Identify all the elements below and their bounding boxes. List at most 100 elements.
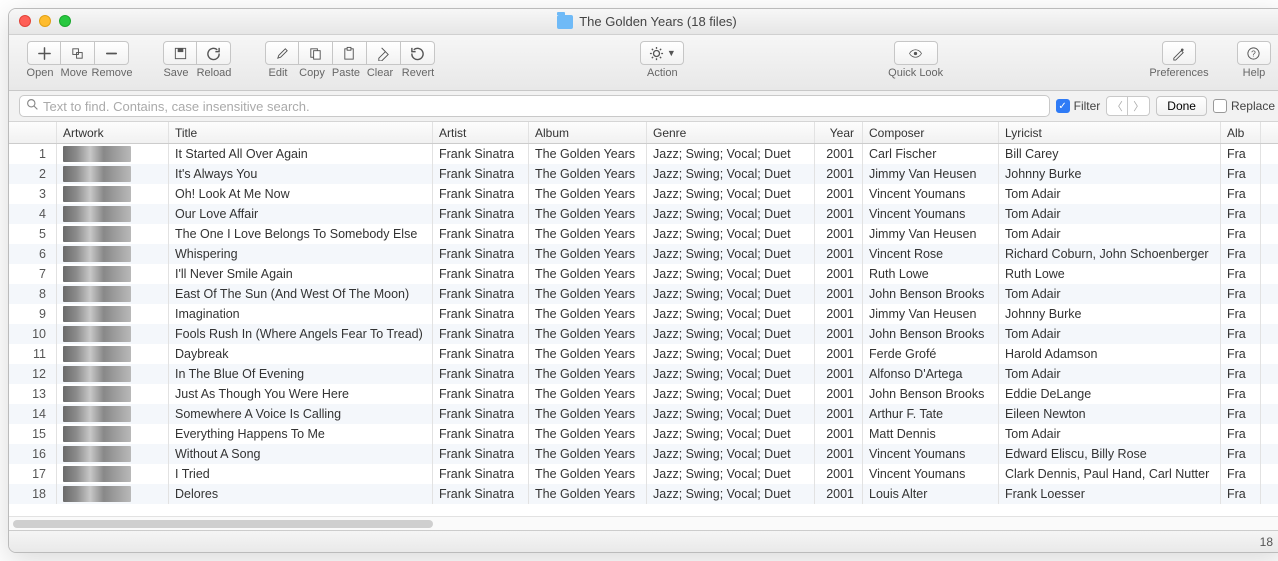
quicklook-button[interactable] <box>894 41 938 65</box>
cell-composer: Vincent Youmans <box>863 184 999 204</box>
table-row[interactable]: 15Everything Happens To MeFrank SinatraT… <box>9 424 1278 444</box>
col-album[interactable]: Album <box>529 122 647 143</box>
remove-button[interactable] <box>95 41 129 65</box>
cell-genre: Jazz; Swing; Vocal; Duet <box>647 204 815 224</box>
col-artwork[interactable]: Artwork <box>57 122 169 143</box>
help-button[interactable]: ? <box>1237 41 1271 65</box>
cell-genre: Jazz; Swing; Vocal; Duet <box>647 224 815 244</box>
next-match-button[interactable]: 〉 <box>1128 96 1150 116</box>
cell-lyricist: Edward Eliscu, Billy Rose <box>999 444 1221 464</box>
cell-lyricist: Tom Adair <box>999 224 1221 244</box>
cell-lyricist: Tom Adair <box>999 324 1221 344</box>
cell-genre: Jazz; Swing; Vocal; Duet <box>647 464 815 484</box>
action-button[interactable]: ▼ <box>640 41 684 65</box>
zoom-window-button[interactable] <box>59 15 71 27</box>
cell-artwork <box>57 224 169 244</box>
col-lyricist[interactable]: Lyricist <box>999 122 1221 143</box>
table-row[interactable]: 4Our Love AffairFrank SinatraThe Golden … <box>9 204 1278 224</box>
cell-title: Somewhere A Voice Is Calling <box>169 404 433 424</box>
cell-lyricist: Johnny Burke <box>999 304 1221 324</box>
col-artist[interactable]: Artist <box>433 122 529 143</box>
filter-checkbox[interactable]: ✓ Filter <box>1056 99 1101 113</box>
cell-genre: Jazz; Swing; Vocal; Duet <box>647 144 815 164</box>
col-title[interactable]: Title <box>169 122 433 143</box>
cell-genre: Jazz; Swing; Vocal; Duet <box>647 324 815 344</box>
cell-album: The Golden Years <box>529 344 647 364</box>
cell-alb: Fra <box>1221 144 1261 164</box>
cell-year: 2001 <box>815 424 863 444</box>
cell-year: 2001 <box>815 304 863 324</box>
table-row[interactable]: 11DaybreakFrank SinatraThe Golden YearsJ… <box>9 344 1278 364</box>
copy-button[interactable] <box>299 41 333 65</box>
cell-number: 18 <box>9 484 57 504</box>
cell-genre: Jazz; Swing; Vocal; Duet <box>647 384 815 404</box>
artwork-thumbnail <box>63 366 131 382</box>
cell-title: Our Love Affair <box>169 204 433 224</box>
cell-artwork <box>57 404 169 424</box>
cell-artwork <box>57 244 169 264</box>
copy-label: Copy <box>295 67 329 79</box>
artwork-thumbnail <box>63 386 131 402</box>
open-label: Open <box>23 67 57 79</box>
table-row[interactable]: 14Somewhere A Voice Is CallingFrank Sina… <box>9 404 1278 424</box>
table-row[interactable]: 18DeloresFrank SinatraThe Golden YearsJa… <box>9 484 1278 504</box>
search-input[interactable]: Text to find. Contains, case insensitive… <box>19 95 1050 117</box>
move-button[interactable] <box>61 41 95 65</box>
table-row[interactable]: 17I TriedFrank SinatraThe Golden YearsJa… <box>9 464 1278 484</box>
cell-album: The Golden Years <box>529 404 647 424</box>
minimize-window-button[interactable] <box>39 15 51 27</box>
edit-label: Edit <box>261 67 295 79</box>
table-row[interactable]: 12In The Blue Of EveningFrank SinatraThe… <box>9 364 1278 384</box>
cell-artwork <box>57 444 169 464</box>
cell-lyricist: Frank Loesser <box>999 484 1221 504</box>
cell-album: The Golden Years <box>529 444 647 464</box>
table-row[interactable]: 6WhisperingFrank SinatraThe Golden Years… <box>9 244 1278 264</box>
cell-artwork <box>57 204 169 224</box>
table-row[interactable]: 10Fools Rush In (Where Angels Fear To Tr… <box>9 324 1278 344</box>
cell-number: 14 <box>9 404 57 424</box>
cell-title: It Started All Over Again <box>169 144 433 164</box>
col-composer[interactable]: Composer <box>863 122 999 143</box>
table-row[interactable]: 1It Started All Over AgainFrank SinatraT… <box>9 144 1278 164</box>
horizontal-scrollbar[interactable] <box>9 516 1278 530</box>
col-year[interactable]: Year <box>815 122 863 143</box>
clear-button[interactable] <box>367 41 401 65</box>
cell-artist: Frank Sinatra <box>433 224 529 244</box>
preferences-button[interactable] <box>1162 41 1196 65</box>
replace-checkbox[interactable]: Replace <box>1213 99 1275 113</box>
revert-button[interactable] <box>401 41 435 65</box>
table-row[interactable]: 3Oh! Look At Me NowFrank SinatraThe Gold… <box>9 184 1278 204</box>
cell-title: Delores <box>169 484 433 504</box>
done-button[interactable]: Done <box>1156 96 1207 116</box>
paste-button[interactable] <box>333 41 367 65</box>
table-row[interactable]: 13Just As Though You Were HereFrank Sina… <box>9 384 1278 404</box>
save-button[interactable] <box>163 41 197 65</box>
table-row[interactable]: 16Without A SongFrank SinatraThe Golden … <box>9 444 1278 464</box>
window-title: The Golden Years (18 files) <box>579 14 737 29</box>
artwork-thumbnail <box>63 466 131 482</box>
table-row[interactable]: 2It's Always YouFrank SinatraThe Golden … <box>9 164 1278 184</box>
edit-button[interactable] <box>265 41 299 65</box>
close-window-button[interactable] <box>19 15 31 27</box>
table-row[interactable]: 8East Of The Sun (And West Of The Moon)F… <box>9 284 1278 304</box>
cell-year: 2001 <box>815 224 863 244</box>
table-row[interactable]: 5The One I Love Belongs To Somebody Else… <box>9 224 1278 244</box>
col-number[interactable] <box>9 122 57 143</box>
reload-button[interactable] <box>197 41 231 65</box>
cell-alb: Fra <box>1221 224 1261 244</box>
open-button[interactable] <box>27 41 61 65</box>
cell-lyricist: Tom Adair <box>999 424 1221 444</box>
cell-title: East Of The Sun (And West Of The Moon) <box>169 284 433 304</box>
table-row[interactable]: 7I'll Never Smile AgainFrank SinatraThe … <box>9 264 1278 284</box>
cell-number: 3 <box>9 184 57 204</box>
cell-year: 2001 <box>815 324 863 344</box>
col-genre[interactable]: Genre <box>647 122 815 143</box>
artwork-thumbnail <box>63 226 131 242</box>
cell-title: It's Always You <box>169 164 433 184</box>
col-alb[interactable]: Alb <box>1221 122 1261 143</box>
table-row[interactable]: 9ImaginationFrank SinatraThe Golden Year… <box>9 304 1278 324</box>
scrollbar-thumb[interactable] <box>13 520 433 528</box>
cell-alb: Fra <box>1221 164 1261 184</box>
prev-match-button[interactable]: 〈 <box>1106 96 1128 116</box>
cell-composer: Alfonso D'Artega <box>863 364 999 384</box>
